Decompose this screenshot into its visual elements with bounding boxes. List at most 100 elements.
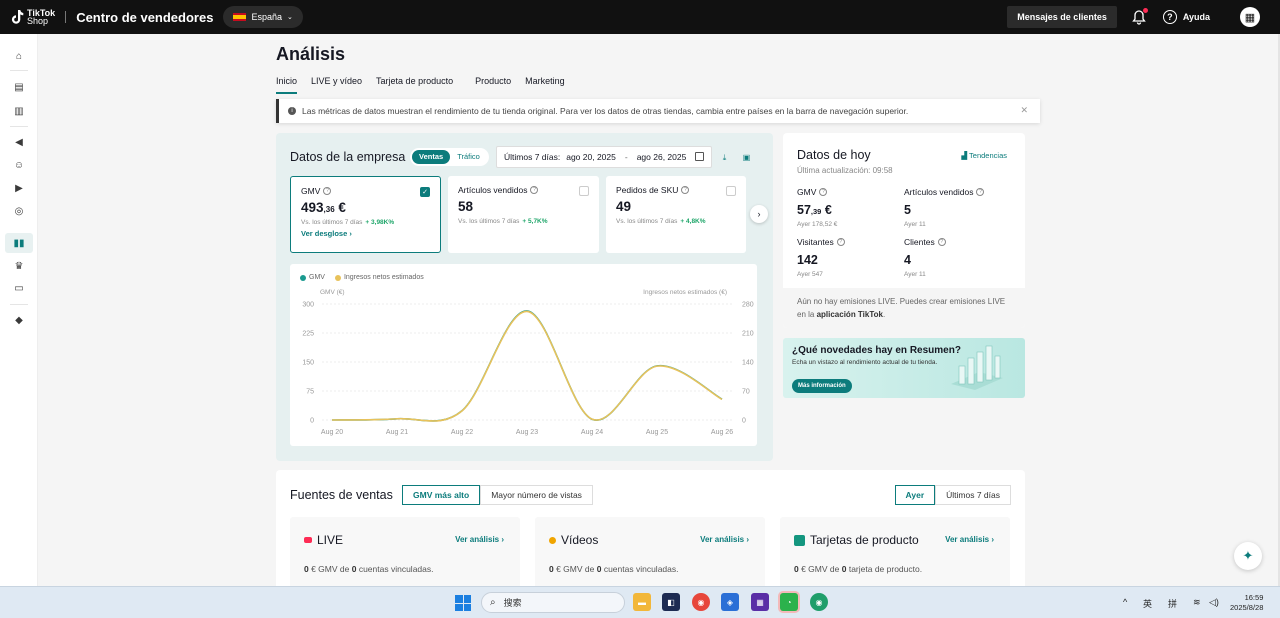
app-icon-3[interactable]: ▦ <box>751 593 769 611</box>
question-icon[interactable]: ? <box>681 186 690 194</box>
today-metric-items-sold: Artículos vendidos? 5 Ayer 11 <box>904 187 985 228</box>
question-icon[interactable]: ? <box>836 238 845 246</box>
metric-value-decimals: ,36 <box>323 205 335 214</box>
page-title: Análisis <box>276 44 346 64</box>
chrome-icon[interactable]: ◉ <box>692 593 710 611</box>
period-yesterday[interactable]: Ayer <box>894 485 936 505</box>
marketing-megaphone-icon[interactable]: ◀ <box>12 135 26 149</box>
today-metric-value: 142 <box>797 253 818 267</box>
source-card-product-cards: Tarjetas de producto Ver análisis › 0 € … <box>780 517 1010 586</box>
metric-card-sku-orders[interactable]: Pedidos de SKU? 49 Vs. los últimos 7 día… <box>606 176 746 253</box>
source-card-title: LIVE <box>317 533 344 547</box>
windows-start-icon[interactable] <box>455 595 471 611</box>
analysis-tabs: Inicio LIVE y vídeo Tarjeta de producto … <box>276 76 579 94</box>
view-analysis-link[interactable]: Ver análisis › <box>455 535 504 544</box>
ime-pinyin[interactable]: 拼 <box>1168 597 1177 610</box>
top-navigation-bar: TikTok Shop Centro de vendedores España … <box>0 0 1280 34</box>
y-tick-left: 150 <box>302 360 314 367</box>
country-selector[interactable]: España ⌄ <box>223 6 303 28</box>
more-info-button[interactable]: Más información <box>792 379 852 393</box>
home-icon[interactable]: ⌂ <box>12 49 26 63</box>
tab-live-video[interactable]: LIVE y vídeo <box>311 76 362 94</box>
clock-time: 16:59 <box>1244 593 1264 602</box>
sort-segmented-control: GMV más alto Mayor número de vistas <box>402 485 593 505</box>
tab-product-card[interactable]: Tarjeta de producto <box>376 76 453 94</box>
file-explorer-icon[interactable]: ▬ <box>633 593 651 611</box>
trophy-icon[interactable]: ♛ <box>12 259 26 273</box>
close-icon[interactable]: ✕ <box>1020 105 1028 116</box>
trends-label: Tendencias <box>969 151 1007 160</box>
metric-label: Pedidos de SKU <box>616 185 679 195</box>
wifi-icon[interactable]: ≋ <box>1193 597 1201 608</box>
taskbar-search-box[interactable]: ⌕ 搜索 <box>481 592 625 613</box>
chevron-right-icon[interactable]: › <box>750 205 768 223</box>
question-icon[interactable]: ? <box>976 188 985 196</box>
today-data-card: Datos de hoy Última actualización: 09:58… <box>783 133 1025 328</box>
metric-checkbox[interactable] <box>579 186 589 196</box>
whats-new-banner: ¿Qué novedades hay en Resumen? Echa un v… <box>783 338 1025 398</box>
trends-link[interactable]: ▟ Tendencias <box>961 151 1007 160</box>
tiktok-shop-logo[interactable]: TikTok Shop <box>9 9 55 26</box>
metric-label: Artículos vendidos <box>458 185 528 195</box>
metric-checkbox[interactable] <box>726 186 736 196</box>
windows-taskbar: ⌕ 搜索 ▬ ◧ ◉ ◈ ▦ ◔ ◉ ^ 英 拼 ≋ ◁) 16:59 2025… <box>0 586 1280 618</box>
sort-most-views[interactable]: Mayor número de vistas <box>480 485 593 505</box>
metric-value-unit: € <box>334 200 346 215</box>
orders-icon[interactable]: ▤ <box>12 80 26 94</box>
chevron-up-icon[interactable]: ^ <box>1123 597 1127 607</box>
metric-comparison-label: Vs. los últimos 7 días <box>301 219 363 226</box>
today-data-title: Datos de hoy <box>797 148 871 162</box>
date-range-picker[interactable]: Últimos 7 días: ago 20, 2025 - ago 26, 2… <box>496 146 712 168</box>
x-tick-label: Aug 24 <box>581 429 603 436</box>
question-icon[interactable]: ? <box>323 187 332 195</box>
system-clock[interactable]: 16:59 2025/8/28 <box>1230 593 1263 613</box>
sort-highest-gmv[interactable]: GMV más alto <box>402 485 481 505</box>
help-button[interactable]: ? Ayuda <box>1162 10 1210 24</box>
tab-product[interactable]: Producto <box>475 76 511 94</box>
creators-users-icon[interactable]: ☺ <box>12 158 26 172</box>
question-icon[interactable]: ? <box>937 238 946 246</box>
clock-date: 2025/8/28 <box>1230 603 1264 612</box>
metric-card-gmv[interactable]: GMV? ✓ 493,36 € Vs. los últimos 7 días + … <box>290 176 441 253</box>
tab-marketing[interactable]: Marketing <box>525 76 565 94</box>
video-icon[interactable]: ▶ <box>12 181 26 195</box>
tab-inicio[interactable]: Inicio <box>276 76 298 94</box>
chrome-variant-icon[interactable]: ◉ <box>810 593 828 611</box>
toggle-sales[interactable]: Ventas <box>412 150 451 164</box>
speaker-icon[interactable]: ◁) <box>1209 597 1219 608</box>
analytics-chart-icon[interactable]: ▮▮ <box>5 233 33 253</box>
customer-messages-button[interactable]: Mensajes de clientes <box>1007 6 1117 28</box>
toggle-traffic[interactable]: Tráfico <box>450 150 487 164</box>
store-account-icon[interactable]: ▦ <box>1240 7 1260 27</box>
today-metric-gmv: GMV? 57,39 € Ayer 178,52 € <box>797 187 837 228</box>
metric-checkbox[interactable]: ✓ <box>420 187 430 197</box>
period-last-7-days[interactable]: Últimos 7 días <box>935 485 1011 505</box>
sidebar-divider <box>10 304 28 305</box>
question-icon[interactable]: ? <box>530 186 539 194</box>
metric-card-items-sold[interactable]: Artículos vendidos? 58 Vs. los últimos 7… <box>448 176 599 253</box>
download-icon[interactable]: ⤓ <box>720 153 729 162</box>
finance-wallet-icon[interactable]: ▭ <box>12 281 26 295</box>
clipboard-icon[interactable]: ▣ <box>742 153 751 162</box>
metric-value: 49 <box>616 199 632 214</box>
live-empty-notice: Aún no hay emisiones LIVE. Puedes crear … <box>783 288 1025 328</box>
app-icon-2[interactable]: ◈ <box>721 593 739 611</box>
wechat-icon[interactable]: ◔ <box>780 593 798 611</box>
live-medal-icon[interactable]: ◎ <box>12 204 26 218</box>
ime-english[interactable]: 英 <box>1143 597 1152 610</box>
tiktok-app-link[interactable]: aplicación TikTok <box>817 310 883 319</box>
info-icon: i <box>288 107 296 115</box>
app-icon-1[interactable]: ◧ <box>662 593 680 611</box>
ai-assistant-sparkle-icon[interactable]: ✦ <box>1234 542 1262 570</box>
source-line-text: € GMV de <box>798 564 842 574</box>
products-icon[interactable]: ▥ <box>12 104 26 118</box>
view-analysis-link[interactable]: Ver análisis › <box>945 535 994 544</box>
academy-graduation-icon[interactable]: ◆ <box>12 313 26 327</box>
notification-bell-icon[interactable] <box>1131 8 1148 25</box>
y-tick-left: 0 <box>310 418 314 425</box>
help-label: Ayuda <box>1182 12 1210 22</box>
view-breakdown-link[interactable]: Ver desglose › <box>301 229 430 238</box>
view-analysis-link[interactable]: Ver análisis › <box>700 535 749 544</box>
question-icon[interactable]: ? <box>819 188 828 196</box>
date-separator: - <box>624 152 628 162</box>
